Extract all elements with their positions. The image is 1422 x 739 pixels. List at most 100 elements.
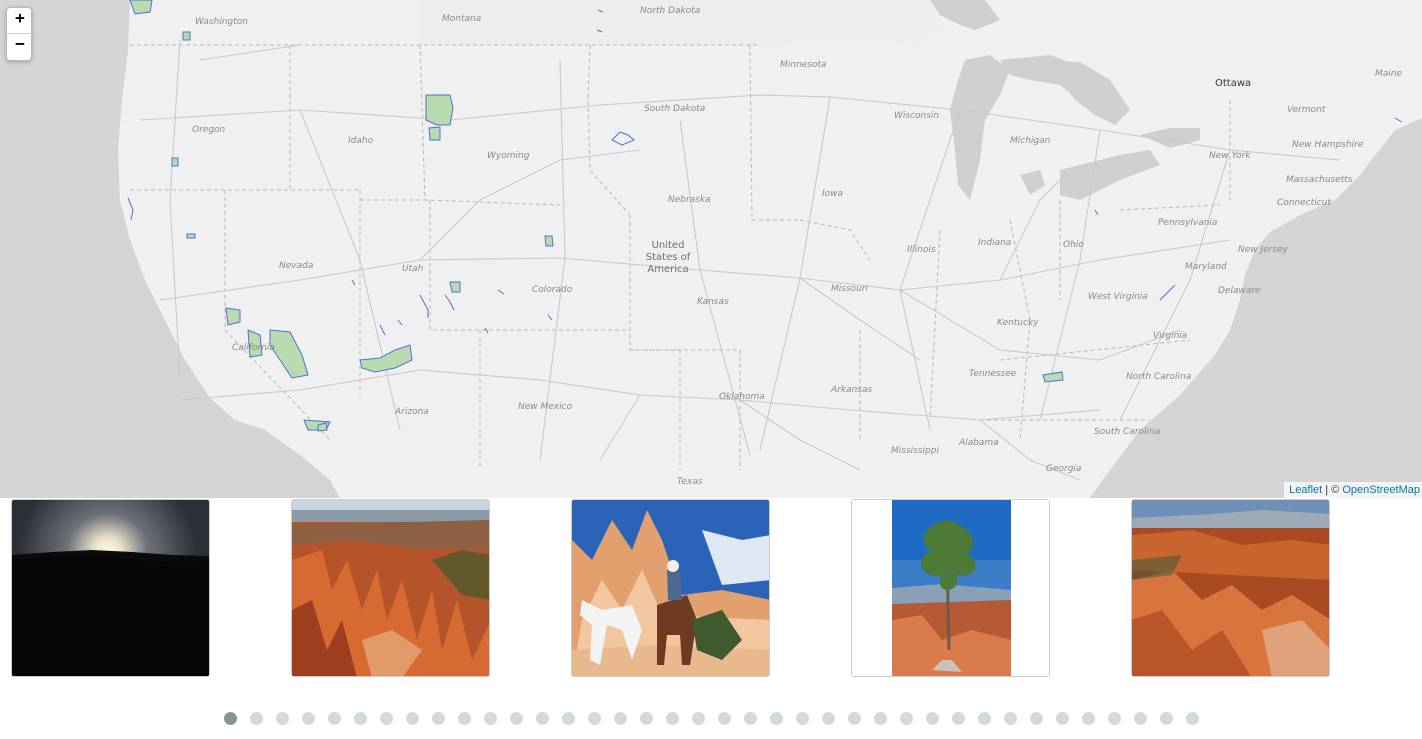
- label-illinois: Illinois: [907, 245, 936, 255]
- leaflet-link[interactable]: Leaflet: [1289, 484, 1322, 496]
- label-ottawa: Ottawa: [1215, 78, 1252, 89]
- amphitheater-hoodoos-photo[interactable]: [1131, 499, 1330, 677]
- pagination-dot[interactable]: [874, 712, 887, 725]
- pagination-dot[interactable]: [588, 712, 601, 725]
- pagination-dot[interactable]: [926, 712, 939, 725]
- pagination-dot[interactable]: [1056, 712, 1069, 725]
- label-idaho: Idaho: [348, 136, 374, 146]
- pagination-dot[interactable]: [952, 712, 965, 725]
- pagination-dot[interactable]: [536, 712, 549, 725]
- label-ohio: Ohio: [1063, 240, 1084, 250]
- label-vermont: Vermont: [1287, 105, 1326, 115]
- pagination-dot[interactable]: [770, 712, 783, 725]
- pagination-dot[interactable]: [1082, 712, 1095, 725]
- label-connecticut: Connecticut: [1277, 198, 1331, 208]
- label-california: California: [232, 343, 275, 353]
- attribution-separator: | ©: [1322, 484, 1343, 496]
- pagination-dot[interactable]: [458, 712, 471, 725]
- pagination-dot[interactable]: [1160, 712, 1173, 725]
- pagination-dot[interactable]: [1134, 712, 1147, 725]
- label-mississippi: Mississippi: [891, 446, 939, 456]
- label-utah: Utah: [402, 264, 424, 274]
- lone-pine-tree-photo[interactable]: [851, 499, 1050, 677]
- pagination-dot[interactable]: [1186, 712, 1199, 725]
- map-attribution: Leaflet | © OpenStreetMap: [1284, 482, 1422, 498]
- label-arkansas: Arkansas: [831, 385, 873, 395]
- label-new-jersey: New Jersey: [1238, 245, 1288, 255]
- label-massachusetts: Massachusetts: [1286, 175, 1353, 185]
- pagination-dot[interactable]: [1004, 712, 1017, 725]
- label-delaware: Delaware: [1218, 286, 1261, 296]
- label-iowa: Iowa: [822, 189, 844, 199]
- label-minnesota: Minnesota: [780, 60, 827, 70]
- label-washington: Washington: [195, 17, 248, 27]
- pagination-dot[interactable]: [900, 712, 913, 725]
- label-wyoming: Wyoming: [487, 151, 530, 161]
- label-colorado: Colorado: [532, 285, 573, 295]
- map[interactable]: Washington Montana North Dakota Minnesot…: [0, 0, 1422, 498]
- pagination-dot[interactable]: [562, 712, 575, 725]
- label-kansas: Kansas: [697, 297, 729, 307]
- pagination-dot[interactable]: [328, 712, 341, 725]
- label-georgia: Georgia: [1046, 464, 1082, 474]
- pagination-dot[interactable]: [224, 712, 237, 725]
- pagination-dot[interactable]: [848, 712, 861, 725]
- label-country: United States of America: [645, 240, 691, 275]
- label-wisconsin: Wisconsin: [894, 111, 940, 121]
- label-south-carolina: South Carolina: [1094, 427, 1161, 437]
- pagination-dot[interactable]: [718, 712, 731, 725]
- label-tennessee: Tennessee: [969, 369, 1017, 379]
- label-arizona: Arizona: [395, 407, 429, 417]
- basemap: [0, 0, 1422, 498]
- pagination-dot[interactable]: [614, 712, 627, 725]
- pagination-dot[interactable]: [354, 712, 367, 725]
- pagination-dot[interactable]: [640, 712, 653, 725]
- photo-carousel: [0, 498, 1422, 739]
- pagination-dot[interactable]: [510, 712, 523, 725]
- label-south-dakota: South Dakota: [644, 104, 706, 114]
- horseback-rider-photo[interactable]: [571, 499, 770, 677]
- label-oregon: Oregon: [192, 125, 226, 135]
- label-pennsylvania: Pennsylvania: [1158, 218, 1218, 228]
- canyon-overlook-photo[interactable]: [291, 499, 490, 677]
- label-missouri: Missouri: [831, 284, 869, 294]
- label-indiana: Indiana: [978, 238, 1012, 248]
- label-north-carolina: North Carolina: [1126, 372, 1192, 382]
- label-kentucky: Kentucky: [997, 318, 1039, 328]
- label-maryland: Maryland: [1185, 262, 1227, 272]
- label-virginia: Virginia: [1153, 331, 1188, 341]
- pagination-dot[interactable]: [380, 712, 393, 725]
- label-west-virginia: West Virginia: [1088, 292, 1148, 302]
- pagination-dot[interactable]: [744, 712, 757, 725]
- label-texas: Texas: [677, 477, 703, 487]
- pagination-dot[interactable]: [978, 712, 991, 725]
- pagination-dot[interactable]: [822, 712, 835, 725]
- pagination-dot[interactable]: [692, 712, 705, 725]
- label-michigan: Michigan: [1010, 136, 1051, 146]
- pagination-dot[interactable]: [276, 712, 289, 725]
- label-maine: Maine: [1375, 69, 1403, 79]
- label-alabama: Alabama: [959, 438, 999, 448]
- label-nebraska: Nebraska: [668, 195, 711, 205]
- sunset-photo[interactable]: [11, 499, 210, 677]
- zoom-out-button[interactable]: −: [7, 34, 33, 60]
- label-oklahoma: Oklahoma: [719, 392, 765, 402]
- label-montana: Montana: [442, 14, 482, 24]
- zoom-control: + −: [6, 7, 33, 61]
- pagination-dot[interactable]: [302, 712, 315, 725]
- label-nevada: Nevada: [279, 261, 314, 271]
- pagination-dot[interactable]: [666, 712, 679, 725]
- label-north-dakota: North Dakota: [640, 6, 701, 16]
- openstreetmap-link[interactable]: OpenStreetMap: [1342, 484, 1420, 496]
- pagination-dot[interactable]: [406, 712, 419, 725]
- pagination-dot[interactable]: [250, 712, 263, 725]
- zoom-in-button[interactable]: +: [7, 8, 33, 34]
- label-new-york: New York: [1209, 151, 1251, 161]
- label-new-hampshire: New Hampshire: [1292, 140, 1364, 150]
- pagination-dot[interactable]: [484, 712, 497, 725]
- pagination-dot[interactable]: [1030, 712, 1043, 725]
- pagination-dot[interactable]: [432, 712, 445, 725]
- pagination-dot[interactable]: [796, 712, 809, 725]
- label-new-mexico: New Mexico: [518, 402, 573, 412]
- pagination-dot[interactable]: [1108, 712, 1121, 725]
